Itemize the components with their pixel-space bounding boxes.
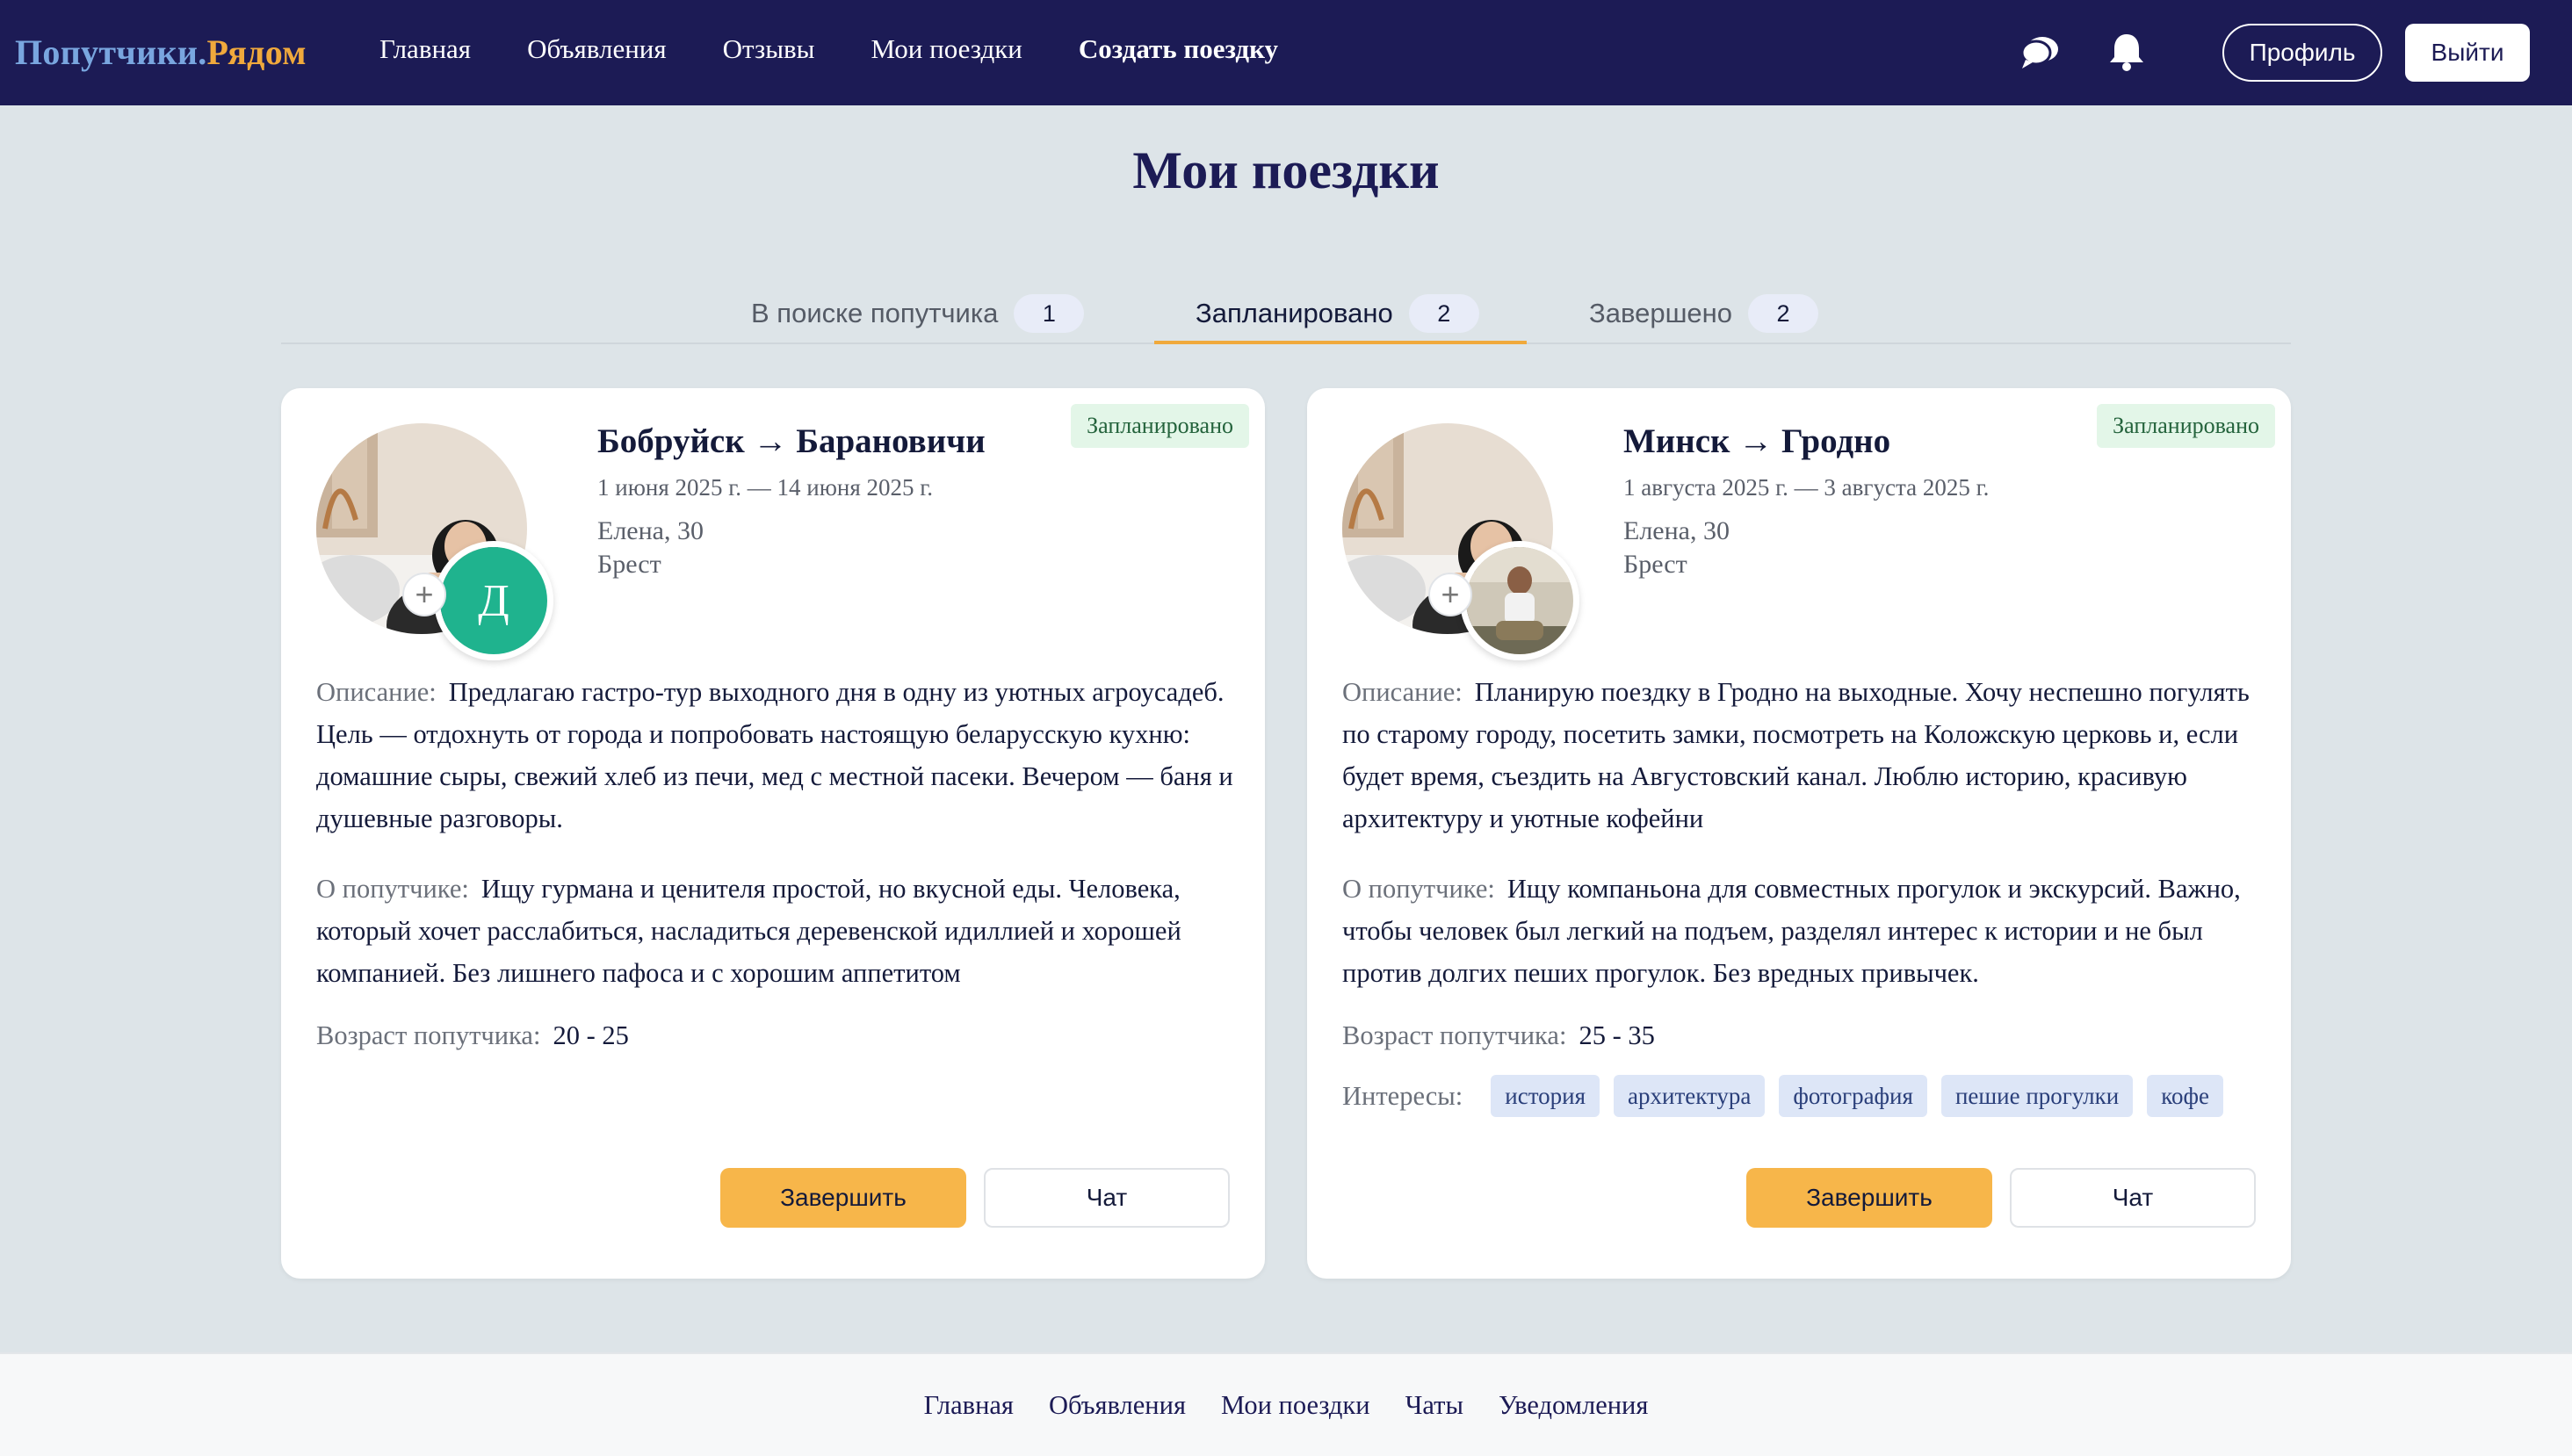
driver-city: Брест <box>1623 550 1687 579</box>
interests-label: Интересы: <box>1342 1080 1463 1111</box>
companion-avatar-letter: Д <box>440 547 547 654</box>
driver-city: Брест <box>597 550 661 579</box>
driver-name-age: Елена, 30 <box>597 516 704 545</box>
chat-bubbles-icon[interactable] <box>2019 30 2063 74</box>
status-badge: Запланировано <box>2097 404 2275 448</box>
top-navbar: Попутчики.Рядом Главная Объявления Отзыв… <box>0 0 2572 105</box>
status-badge: Запланировано <box>1071 404 1249 448</box>
companion-description: О попутчике: Ищу гурмана и ценителя прост… <box>316 868 1239 994</box>
nav-ads[interactable]: Объявления <box>527 33 667 65</box>
page-title: Мои поездки <box>1132 141 1440 199</box>
companion-avatar[interactable]: Д <box>434 541 553 660</box>
tab-count-badge: 2 <box>1748 294 1819 333</box>
description-text: Планирую поездку в Гродно на выходные. Х… <box>1342 677 2250 833</box>
interest-tag[interactable]: фотография <box>1779 1075 1927 1117</box>
site-logo[interactable]: Попутчики.Рядом <box>15 32 307 73</box>
nav-home[interactable]: Главная <box>379 33 471 65</box>
chat-button[interactable]: Чат <box>2010 1168 2256 1228</box>
description-text: Предлагаю гастро-тур выходного дня в одн… <box>316 677 1233 833</box>
logout-button[interactable]: Выйти <box>2405 24 2530 82</box>
interest-tag[interactable]: кофе <box>2147 1075 2223 1117</box>
add-companion-icon[interactable]: + <box>402 573 446 616</box>
age-label: Возраст попутчика: <box>316 1020 541 1050</box>
description-label: Описание: <box>1342 677 1463 707</box>
active-tab-indicator <box>1154 341 1527 344</box>
main-nav: Главная Объявления Отзывы Мои поездки Со… <box>379 33 1334 65</box>
tab-label: Завершено <box>1589 298 1733 328</box>
companion-age-row: Возраст попутчика: 20 - 25 <box>316 1020 629 1051</box>
companion-label: О попутчике: <box>1342 874 1495 904</box>
trip-description: Описание: Предлагаю гастро-тур выходного … <box>316 671 1239 840</box>
companion-avatar[interactable] <box>1460 541 1579 660</box>
trip-dates: 1 июня 2025 г. — 14 июня 2025 г. <box>597 474 934 501</box>
tab-label: Запланировано <box>1196 298 1393 328</box>
trip-card: Запланировано Д + Бобруйск → Барановичи … <box>281 388 1265 1279</box>
footer-nav: Главная Объявления Мои поездки Чаты Увед… <box>0 1352 2572 1456</box>
trip-dates: 1 августа 2025 г. — 3 августа 2025 г. <box>1623 474 1990 501</box>
trip-route: Минск → Гродно <box>1623 422 1891 460</box>
trip-route: Бобруйск → Барановичи <box>597 422 986 460</box>
chat-button[interactable]: Чат <box>984 1168 1230 1228</box>
footer-link-notifications[interactable]: Уведомления <box>1499 1390 1648 1421</box>
age-value: 20 - 25 <box>553 1020 629 1050</box>
interests-row: Интересы: история архитектура фотография… <box>1342 1075 2237 1117</box>
trip-card: Запланировано + Минск → Гродно 1 августа… <box>1307 388 2291 1279</box>
footer-link-my-trips[interactable]: Мои поездки <box>1221 1390 1370 1421</box>
tab-count-badge: 1 <box>1014 294 1085 333</box>
tab-planned[interactable]: Запланировано 2 <box>1196 283 1479 344</box>
footer-link-home[interactable]: Главная <box>924 1390 1014 1421</box>
tab-completed[interactable]: Завершено 2 <box>1589 283 1819 344</box>
nav-my-trips[interactable]: Мои поездки <box>871 33 1022 65</box>
tab-count-badge: 2 <box>1408 294 1479 333</box>
trip-description: Описание: Планирую поездку в Гродно на вы… <box>1342 671 2265 840</box>
companion-age-row: Возраст попутчика: 25 - 35 <box>1342 1020 1655 1051</box>
companion-description: О попутчике: Ищу компаньона для совместны… <box>1342 868 2265 994</box>
trip-avatars: Д + <box>316 423 553 660</box>
profile-button[interactable]: Профиль <box>2222 24 2382 82</box>
interest-tag[interactable]: архитектура <box>1614 1075 1766 1117</box>
footer-link-chats[interactable]: Чаты <box>1405 1390 1463 1421</box>
nav-create-trip[interactable]: Создать поездку <box>1079 33 1278 65</box>
nav-reviews[interactable]: Отзывы <box>723 33 815 65</box>
interest-tag[interactable]: пешие прогулки <box>1940 1075 2134 1117</box>
logo-text-part1: Попутчики. <box>15 32 207 72</box>
add-companion-icon[interactable]: + <box>1428 573 1472 616</box>
age-value: 25 - 35 <box>1579 1020 1655 1050</box>
companion-label: О попутчике: <box>316 874 469 904</box>
tab-searching[interactable]: В поиске попутчика 1 <box>751 283 1085 344</box>
finish-trip-button[interactable]: Завершить <box>1746 1168 1992 1228</box>
tab-label: В поиске попутчика <box>751 298 999 328</box>
finish-trip-button[interactable]: Завершить <box>720 1168 966 1228</box>
bell-icon[interactable] <box>2105 30 2149 74</box>
interest-tag[interactable]: история <box>1491 1075 1600 1117</box>
trip-avatars: + <box>1342 423 1579 660</box>
age-label: Возраст попутчика: <box>1342 1020 1567 1050</box>
footer-link-ads[interactable]: Объявления <box>1049 1390 1186 1421</box>
logo-text-part2: Рядом <box>206 32 307 72</box>
description-label: Описание: <box>316 677 437 707</box>
driver-name-age: Елена, 30 <box>1623 516 1730 545</box>
